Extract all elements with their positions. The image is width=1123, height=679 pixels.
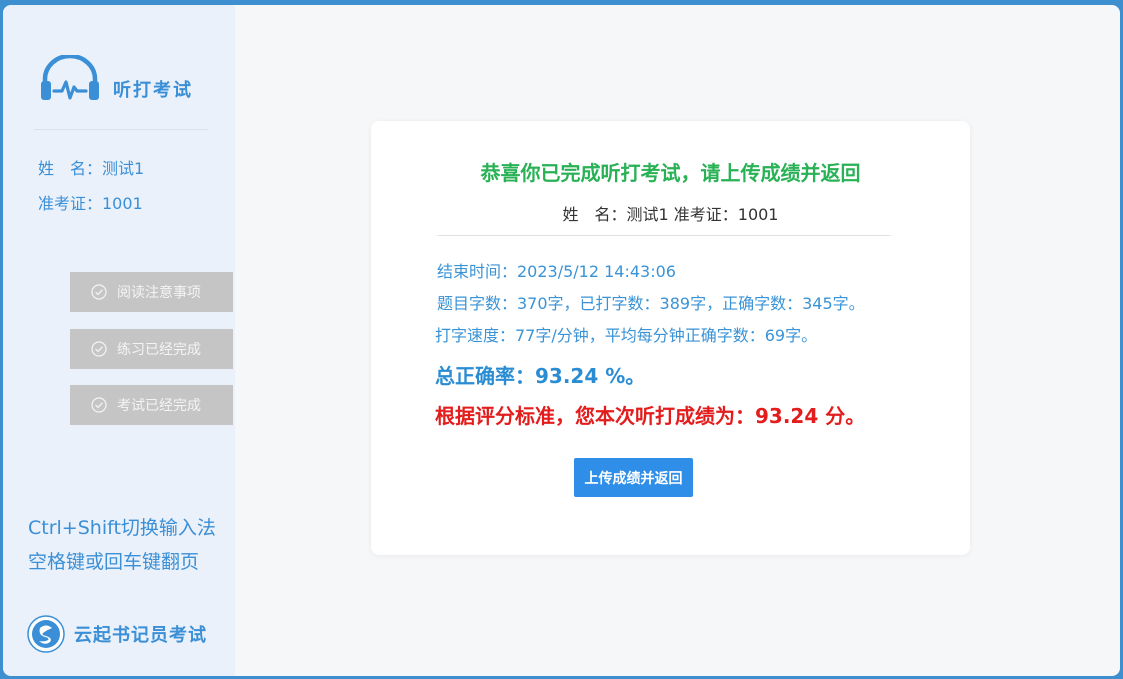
typing-speed: 打字速度：77字/分钟，平均每分钟正确字数：69字。 (435, 326, 818, 345)
candidate-name: 姓 名：测试1 (38, 159, 145, 178)
char-counts: 题目字数：370字，已打字数：389字，正确字数：345字。 (437, 294, 865, 313)
sidebar-divider (34, 129, 208, 130)
check-circle-icon (91, 397, 107, 413)
check-circle-icon (91, 341, 107, 357)
sidebar: 听打考试 姓 名：测试1 准考证：1001 阅读注意事项 练习已经完成 考试已经… (3, 5, 235, 676)
step-exam-done[interactable]: 考试已经完成 (70, 385, 233, 425)
total-accuracy: 总正确率：93.24 %。 (435, 364, 646, 388)
step-label: 阅读注意事项 (117, 285, 201, 301)
headphones-heartbeat-icon (41, 55, 99, 100)
upload-and-return-button[interactable]: 上传成绩并返回 (574, 458, 693, 497)
final-score: 根据评分标准，您本次听打成绩为：93.24 分。 (435, 404, 866, 428)
tip-switch-input: Ctrl+Shift切换输入法 (28, 517, 216, 539)
result-title: 恭喜你已完成听打考试，请上传成绩并返回 (480, 161, 861, 185)
brand-name: 云起书记员考试 (74, 625, 207, 646)
step-label: 考试已经完成 (117, 398, 201, 414)
app-window: 听打考试 姓 名：测试1 准考证：1001 阅读注意事项 练习已经完成 考试已经… (3, 5, 1120, 676)
result-candidate-info: 姓 名：测试1 准考证：1001 (562, 205, 779, 224)
end-time: 结束时间：2023/5/12 14:43:06 (437, 262, 676, 281)
step-read-notice[interactable]: 阅读注意事项 (70, 272, 233, 312)
brand: 云起书记员考试 (27, 615, 207, 653)
result-divider (437, 235, 891, 236)
candidate-exam-id: 准考证：1001 (38, 194, 143, 213)
result-card: 恭喜你已完成听打考试，请上传成绩并返回 姓 名：测试1 准考证：1001 结束时… (371, 121, 970, 555)
step-practice-done[interactable]: 练习已经完成 (70, 329, 233, 369)
step-label: 练习已经完成 (117, 342, 201, 358)
tip-page-turn: 空格键或回车键翻页 (28, 551, 200, 573)
app-title: 听打考试 (113, 80, 193, 101)
yunqi-logo-icon (27, 615, 65, 653)
check-circle-icon (91, 284, 107, 300)
